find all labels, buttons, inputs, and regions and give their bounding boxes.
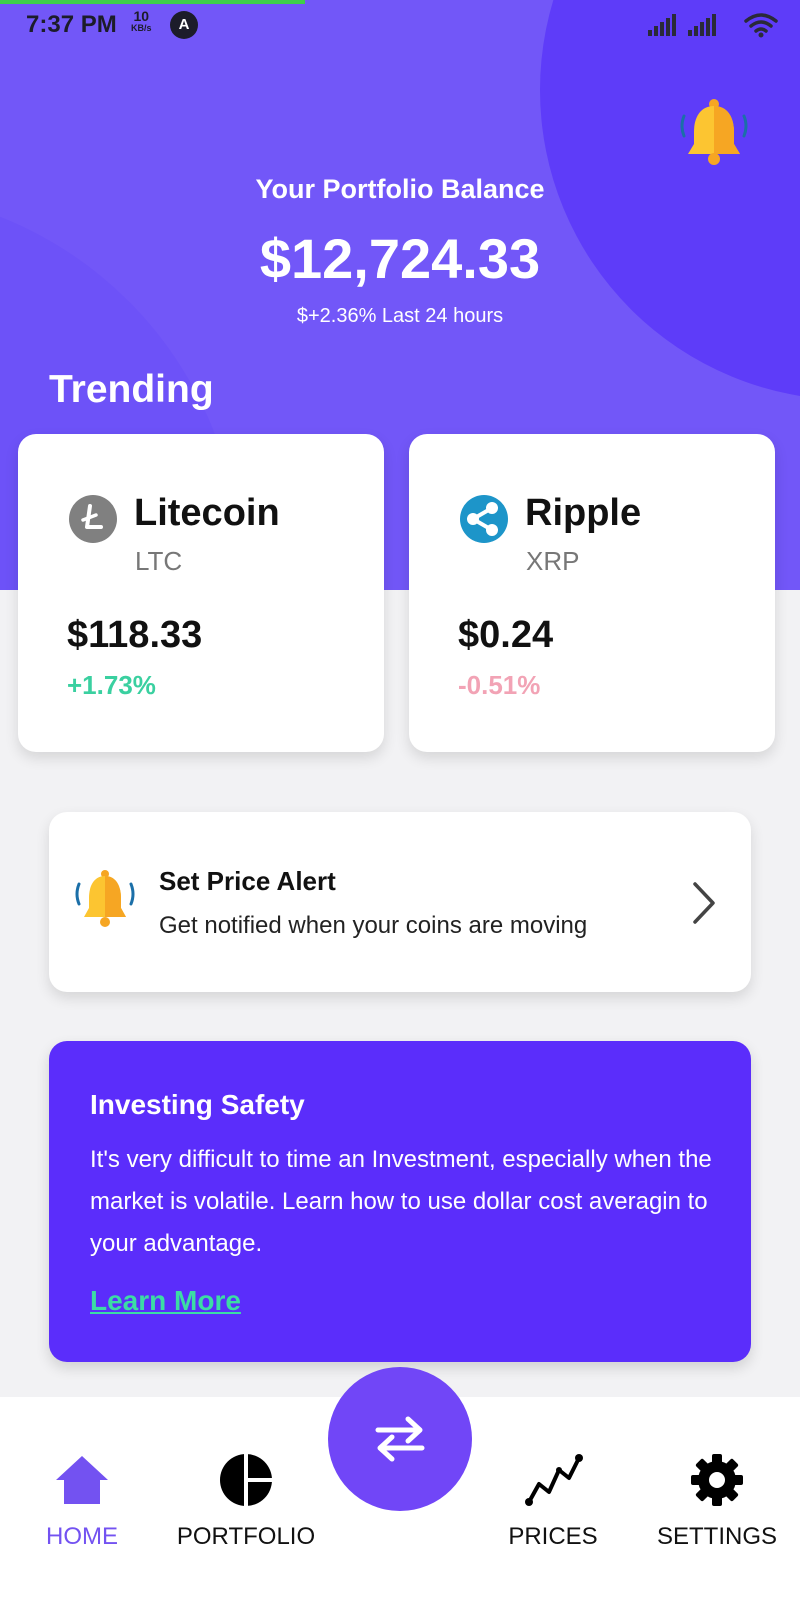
coin-price: $0.24	[458, 614, 554, 656]
pie-chart-icon	[220, 1454, 272, 1506]
swap-button[interactable]	[328, 1367, 472, 1511]
safety-title: Investing Safety	[90, 1089, 305, 1120]
tab-prices[interactable]: PRICES	[478, 1452, 628, 1551]
balance-label: Your Portfolio Balance	[255, 174, 545, 204]
investing-safety-card: Investing Safety It's very difficult to …	[49, 1041, 751, 1362]
wifi-icon	[744, 13, 778, 38]
coin-symbol: LTC	[135, 546, 183, 576]
swap-arrows-icon	[375, 1416, 425, 1462]
line-chart-icon	[525, 1454, 583, 1506]
coin-change: -0.51%	[458, 670, 541, 700]
tab-settings-label: SETTINGS	[656, 1523, 777, 1550]
safety-body: It's very difficult to time an Investmen…	[90, 1146, 712, 1257]
bell-icon[interactable]	[678, 96, 750, 168]
coin-change: +1.73%	[67, 670, 156, 700]
tab-home-label: HOME	[46, 1523, 118, 1550]
status-bar: 7:37 PM 10 KB/s A	[0, 0, 800, 50]
coin-name: Ripple	[525, 492, 642, 534]
litecoin-icon	[69, 495, 117, 543]
price-alert-title: Set Price Alert	[159, 866, 336, 896]
signal-icon	[688, 14, 718, 36]
bell-icon	[75, 870, 135, 927]
coin-card-litecoin[interactable]: Litecoin LTC $118.33 +1.73%	[18, 434, 384, 752]
home-icon	[56, 1456, 108, 1504]
learn-more-link[interactable]: Learn More	[90, 1285, 241, 1317]
coin-price: $118.33	[67, 614, 203, 656]
coin-symbol: XRP	[526, 546, 580, 576]
coin-name: Litecoin	[134, 492, 280, 534]
signal-icon	[648, 14, 678, 36]
gear-icon	[691, 1454, 743, 1506]
price-alert-card[interactable]: Set Price Alert Get notified when your c…	[49, 812, 751, 992]
network-speed-unit: KB/s	[131, 23, 152, 33]
navigation-app-icon: A	[170, 11, 198, 39]
tab-home[interactable]: HOME	[7, 1452, 157, 1551]
network-speed: 10 KB/s	[131, 9, 152, 34]
tab-portfolio[interactable]: PORTFOLIO	[171, 1452, 321, 1551]
ripple-icon	[460, 495, 508, 543]
tab-settings[interactable]: SETTINGS	[642, 1452, 792, 1551]
coin-card-ripple[interactable]: Ripple XRP $0.24 -0.51%	[409, 434, 775, 752]
status-time: 7:37 PM	[26, 11, 117, 38]
trending-title: Trending	[49, 368, 214, 411]
price-alert-subtitle: Get notified when your coins are moving	[159, 912, 588, 939]
chevron-right-icon	[693, 882, 715, 924]
tab-prices-label: PRICES	[508, 1523, 598, 1550]
tab-portfolio-label: PORTFOLIO	[176, 1523, 316, 1550]
balance-change: $+2.36% Last 24 hours	[296, 305, 504, 327]
balance-value: $12,724.33	[259, 227, 541, 290]
